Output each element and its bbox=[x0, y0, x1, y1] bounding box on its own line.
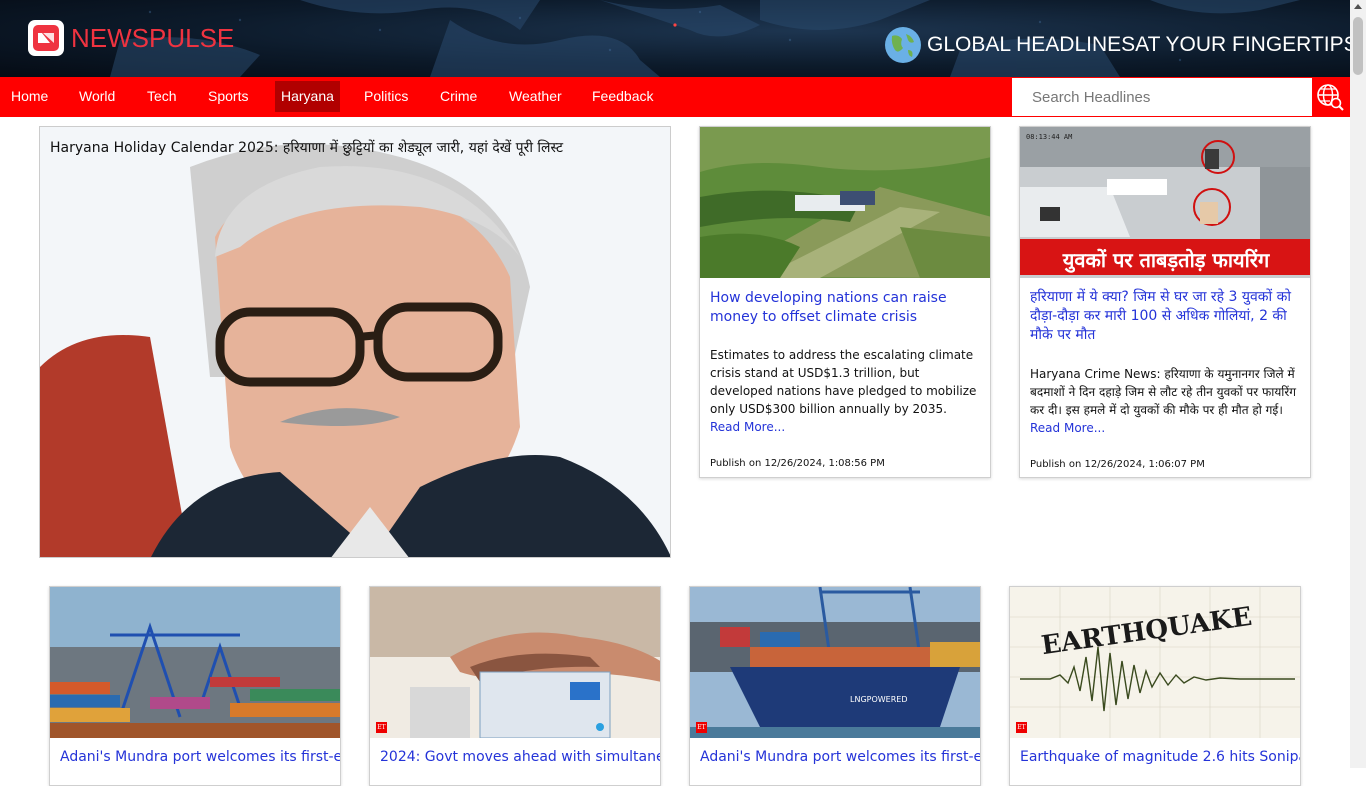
nav-item-tech[interactable]: Tech bbox=[141, 81, 183, 112]
article-title[interactable]: Adani's Mundra port welcomes its first-e… bbox=[700, 748, 980, 767]
article-title[interactable]: 2024: Govt moves ahead with simultaneous bbox=[380, 748, 660, 767]
description-text: Estimates to address the escalating clim… bbox=[710, 348, 977, 416]
article-image bbox=[370, 587, 660, 738]
article-card[interactable]: Adani's Mundra port welcomes its first-e… bbox=[49, 586, 341, 786]
article-card[interactable]: EARTHQUAKE ET Earthquake of magnitude 2.… bbox=[1009, 586, 1301, 786]
article-title[interactable]: Earthquake of magnitude 2.6 hits Sonipat… bbox=[1020, 748, 1300, 767]
search-input[interactable] bbox=[1012, 78, 1312, 116]
nav-item-politics[interactable]: Politics bbox=[358, 81, 414, 112]
article-card[interactable]: How developing nations can raise money t… bbox=[699, 126, 991, 478]
article-card[interactable]: ET 2024: Govt moves ahead with simultane… bbox=[369, 586, 661, 786]
ship-name: LNGPOWERED bbox=[850, 695, 908, 704]
nav-item-home[interactable]: Home bbox=[5, 81, 54, 112]
cctv-timestamp: 08:13:44 AM bbox=[1026, 133, 1072, 141]
publish-date: Publish on 12/26/2024, 1:08:56 PM bbox=[710, 458, 885, 469]
nav-item-feedback[interactable]: Feedback bbox=[586, 81, 659, 112]
page-scrollbar[interactable] bbox=[1350, 0, 1366, 768]
newspulse-logo-icon[interactable] bbox=[28, 20, 64, 56]
read-more-link[interactable]: Read More... bbox=[710, 420, 785, 434]
article-description: Estimates to address the escalating clim… bbox=[710, 346, 982, 436]
article-image: युवकों पर ताबड़तोड़ फायरिंग 08:13:44 AM bbox=[1020, 127, 1310, 278]
nav-item-sports[interactable]: Sports bbox=[202, 81, 254, 112]
image-caption: युवकों पर ताबड़तोड़ फायरिंग bbox=[1062, 248, 1270, 273]
brand-name[interactable]: NEWSPULSE bbox=[71, 23, 234, 54]
site-header: NEWSPULSE GLOBAL HEADLINESAT YOUR FINGER… bbox=[0, 0, 1350, 77]
article-card[interactable]: युवकों पर ताबड़तोड़ फायरिंग 08:13:44 AM … bbox=[1019, 126, 1311, 478]
main-nav: Home World Tech Sports Haryana Politics … bbox=[0, 77, 1350, 117]
article-image bbox=[50, 587, 340, 738]
globe-icon bbox=[885, 27, 921, 63]
article-title[interactable]: Adani's Mundra port welcomes its first-e… bbox=[60, 748, 340, 767]
search-globe-icon[interactable] bbox=[1316, 83, 1344, 111]
nav-item-world[interactable]: World bbox=[73, 81, 121, 112]
scroll-up-arrow-icon[interactable] bbox=[1354, 4, 1362, 9]
article-title[interactable]: हरियाणा में ये क्या? जिम से घर जा रहे 3 … bbox=[1030, 288, 1304, 345]
description-text: Haryana Crime News: हरियाणा के यमुनानगर … bbox=[1030, 367, 1297, 417]
scrollbar-thumb[interactable] bbox=[1353, 17, 1363, 75]
publish-date: Publish on 12/26/2024, 1:06:07 PM bbox=[1030, 459, 1205, 470]
article-title[interactable]: How developing nations can raise money t… bbox=[710, 289, 982, 327]
tagline: GLOBAL HEADLINESAT YOUR FINGERTIPS bbox=[927, 33, 1350, 56]
nav-item-crime[interactable]: Crime bbox=[434, 81, 483, 112]
et-badge: ET bbox=[696, 722, 707, 733]
article-image: EARTHQUAKE bbox=[1010, 587, 1300, 738]
article-image bbox=[700, 127, 990, 278]
article-description: Haryana Crime News: हरियाणा के यमुनानगर … bbox=[1030, 365, 1302, 437]
nav-item-haryana[interactable]: Haryana bbox=[275, 81, 340, 112]
hero-image bbox=[40, 127, 670, 557]
et-badge: ET bbox=[1016, 722, 1027, 733]
nav-item-weather[interactable]: Weather bbox=[503, 81, 568, 112]
read-more-link[interactable]: Read More... bbox=[1030, 421, 1105, 435]
hero-article[interactable]: Haryana Holiday Calendar 2025: हरियाणा म… bbox=[39, 126, 671, 558]
article-image: LNGPOWERED bbox=[690, 587, 980, 738]
et-badge: ET bbox=[376, 722, 387, 733]
article-card[interactable]: LNGPOWERED ET Adani's Mundra port welcom… bbox=[689, 586, 981, 786]
hero-title[interactable]: Haryana Holiday Calendar 2025: हरियाणा म… bbox=[50, 138, 563, 157]
